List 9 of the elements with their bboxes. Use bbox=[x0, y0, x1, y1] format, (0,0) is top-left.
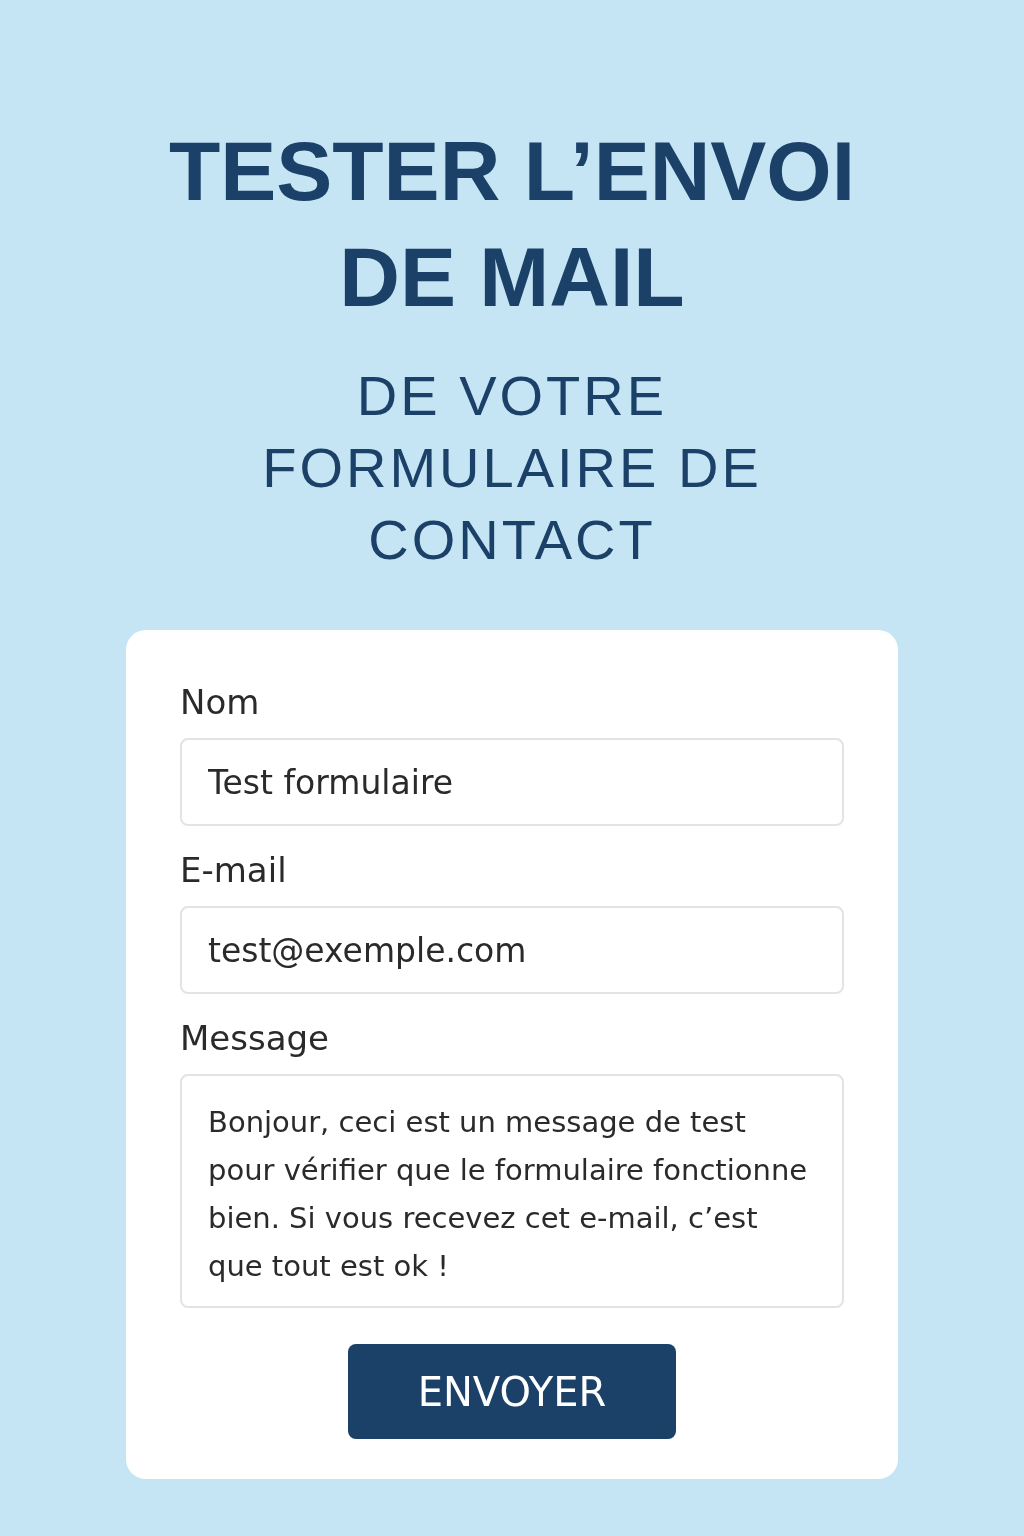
message-field[interactable]: Bonjour, ceci est un message de test pour vérifier que le formulaire fonctionne bien. Si vous recevez cet e-mail, c’est que tout est ok ! bbox=[180, 1074, 844, 1308]
field-label: Message bbox=[180, 1018, 330, 1058]
send-button[interactable]: ENVOYER bbox=[348, 1344, 676, 1439]
text-field[interactable]: Test formulaire bbox=[180, 738, 844, 826]
text-field[interactable]: test@exemple.com bbox=[180, 906, 844, 994]
field-label: Nom bbox=[180, 682, 261, 722]
page-subtitle: DE VOTRE FORMULAIRE DE CONTACT bbox=[261, 363, 763, 573]
field-label: E-mail bbox=[180, 850, 288, 890]
page-title: TESTER L’ENVOI DE MAIL bbox=[167, 123, 857, 326]
